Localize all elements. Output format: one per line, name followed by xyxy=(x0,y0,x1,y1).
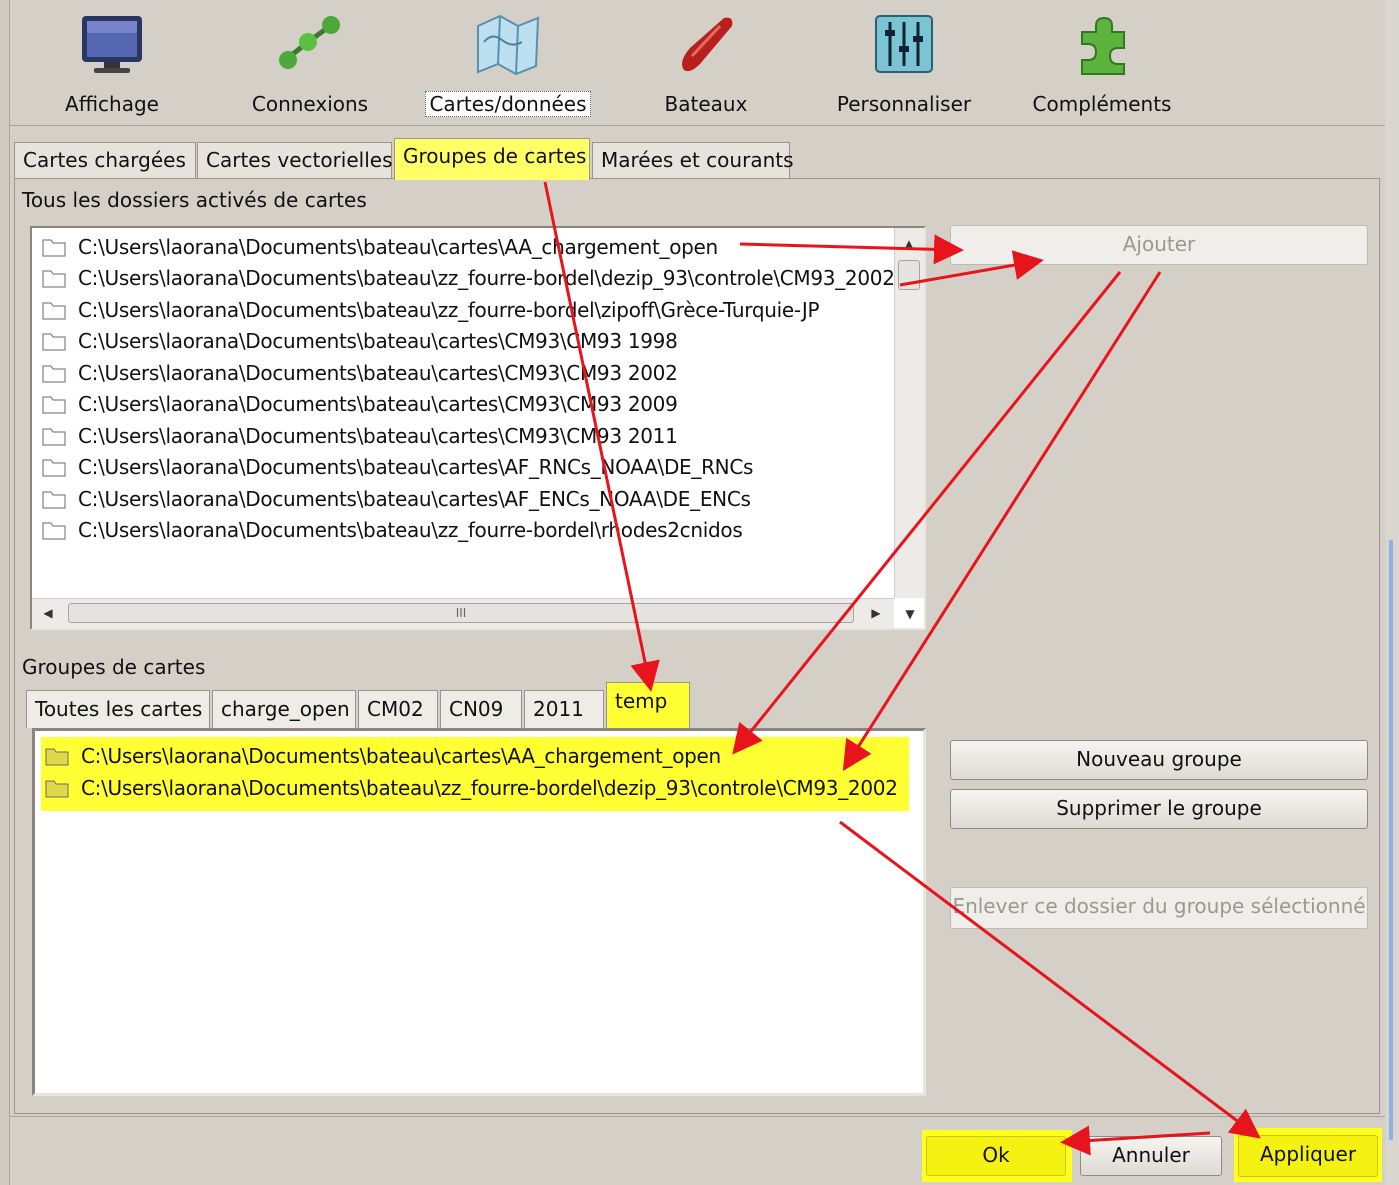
group-folders-list[interactable]: C:\Users\laorana\Documents\bateau\cartes… xyxy=(32,728,926,1096)
folder-icon xyxy=(42,394,66,414)
list-item[interactable]: C:\Users\laorana\Documents\bateau\cartes… xyxy=(42,326,678,356)
tab-2011[interactable]: 2011 xyxy=(524,690,604,728)
list-item[interactable]: C:\Users\laorana\Documents\bateau\zz_fou… xyxy=(42,515,743,545)
tab-cm02[interactable]: CM02 xyxy=(358,690,438,728)
tab-charge-open[interactable]: charge_open xyxy=(212,690,356,728)
delete-group-button[interactable]: Supprimer le groupe xyxy=(950,789,1368,829)
list-item[interactable]: C:\Users\laorana\Documents\bateau\cartes… xyxy=(45,741,721,771)
tab-toutes-les-cartes[interactable]: Toutes les cartes xyxy=(26,690,210,728)
list-item[interactable]: C:\Users\laorana\Documents\bateau\cartes… xyxy=(42,484,751,514)
folder-icon xyxy=(42,237,66,257)
folder-icon xyxy=(42,426,66,446)
folder-icon xyxy=(45,746,69,766)
toolbar-label: Compléments xyxy=(1032,92,1172,116)
tab-groupes-de-cartes[interactable]: Groupes de cartes xyxy=(394,138,590,180)
horizontal-scrollbar[interactable]: ◀ III ▶ xyxy=(32,598,894,628)
folders-caption: Tous les dossiers activés de cartes xyxy=(22,188,367,212)
active-folders-list[interactable]: C:\Users\laorana\Documents\bateau\cartes… xyxy=(30,226,926,630)
add-button[interactable]: Ajouter xyxy=(950,225,1368,265)
tab-cartes-vectorielles[interactable]: Cartes vectorielles xyxy=(197,142,393,178)
window-right-edge xyxy=(1385,0,1399,1185)
toolbar-item-complements[interactable]: Compléments xyxy=(1012,0,1192,126)
folder-icon xyxy=(42,268,66,288)
list-item[interactable]: C:\Users\laorana\Documents\bateau\cartes… xyxy=(42,452,753,482)
toolbar-label: Personnaliser xyxy=(836,92,972,116)
toolbar-label: Cartes/données xyxy=(425,91,591,117)
group-tabs: Toutes les cartes charge_open CM02 CN09 … xyxy=(26,682,932,730)
scroll-up-icon[interactable]: ▲ xyxy=(897,232,921,256)
groups-caption: Groupes de cartes xyxy=(22,655,206,679)
scroll-down-icon[interactable]: ▼ xyxy=(898,602,922,626)
list-item[interactable]: C:\Users\laorana\Documents\bateau\zz_fou… xyxy=(45,773,898,803)
toolbar-label: Bateaux xyxy=(664,92,748,116)
toolbar-label: Affichage xyxy=(65,92,159,116)
folder-icon xyxy=(42,300,66,320)
category-toolbar: Affichage Connexions Cartes/données Bate… xyxy=(10,0,1385,126)
horizontal-scroll-thumb[interactable]: III xyxy=(68,603,854,623)
list-item[interactable]: C:\Users\laorana\Documents\bateau\cartes… xyxy=(42,421,678,451)
list-item[interactable]: C:\Users\laorana\Documents\bateau\cartes… xyxy=(42,358,678,388)
new-group-button[interactable]: Nouveau groupe xyxy=(950,740,1368,780)
folder-icon xyxy=(42,457,66,477)
tab-marees-et-courants[interactable]: Marées et courants xyxy=(592,142,794,178)
toolbar-item-affichage[interactable]: Affichage xyxy=(22,0,202,126)
scroll-right-icon[interactable]: ▶ xyxy=(864,601,888,625)
remove-folder-button[interactable]: Enlever ce dossier du groupe sélectionné xyxy=(950,887,1368,929)
folder-icon xyxy=(42,331,66,351)
scroll-left-icon[interactable]: ◀ xyxy=(36,601,60,625)
monitor-icon xyxy=(82,16,142,73)
vertical-scroll-thumb[interactable] xyxy=(898,260,920,290)
boat-icon xyxy=(682,17,733,72)
folder-icon xyxy=(42,489,66,509)
cancel-button[interactable]: Annuler xyxy=(1080,1136,1222,1176)
toolbar-item-personnaliser[interactable]: Personnaliser xyxy=(814,0,994,126)
folder-icon xyxy=(42,363,66,383)
folder-icon xyxy=(42,520,66,540)
tab-temp[interactable]: temp xyxy=(606,682,690,728)
window-left-edge xyxy=(0,0,10,1185)
toolbar-item-connexions[interactable]: Connexions xyxy=(220,0,400,126)
toolbar-label: Connexions xyxy=(251,92,369,116)
connections-icon xyxy=(279,16,340,69)
apply-button[interactable]: Appliquer xyxy=(1238,1135,1378,1177)
toolbar-item-cartes-donnees[interactable]: Cartes/données xyxy=(418,0,598,126)
list-item[interactable]: C:\Users\laorana\Documents\bateau\zz_fou… xyxy=(42,295,820,325)
puzzle-icon xyxy=(1081,16,1125,75)
list-item[interactable]: C:\Users\laorana\Documents\bateau\cartes… xyxy=(42,389,678,419)
toolbar-item-bateaux[interactable]: Bateaux xyxy=(616,0,796,126)
tab-cn09[interactable]: CN09 xyxy=(440,690,522,728)
folder-icon xyxy=(45,778,69,798)
list-item[interactable]: C:\Users\laorana\Documents\bateau\zz_fou… xyxy=(42,263,895,293)
tab-cartes-chargees[interactable]: Cartes chargées xyxy=(14,142,196,178)
list-item[interactable]: C:\Users\laorana\Documents\bateau\cartes… xyxy=(42,232,718,262)
sliders-icon xyxy=(875,15,933,73)
charts-icon xyxy=(477,14,540,76)
vertical-scrollbar[interactable]: ▲ xyxy=(894,228,924,598)
ok-button[interactable]: Ok xyxy=(926,1136,1066,1176)
